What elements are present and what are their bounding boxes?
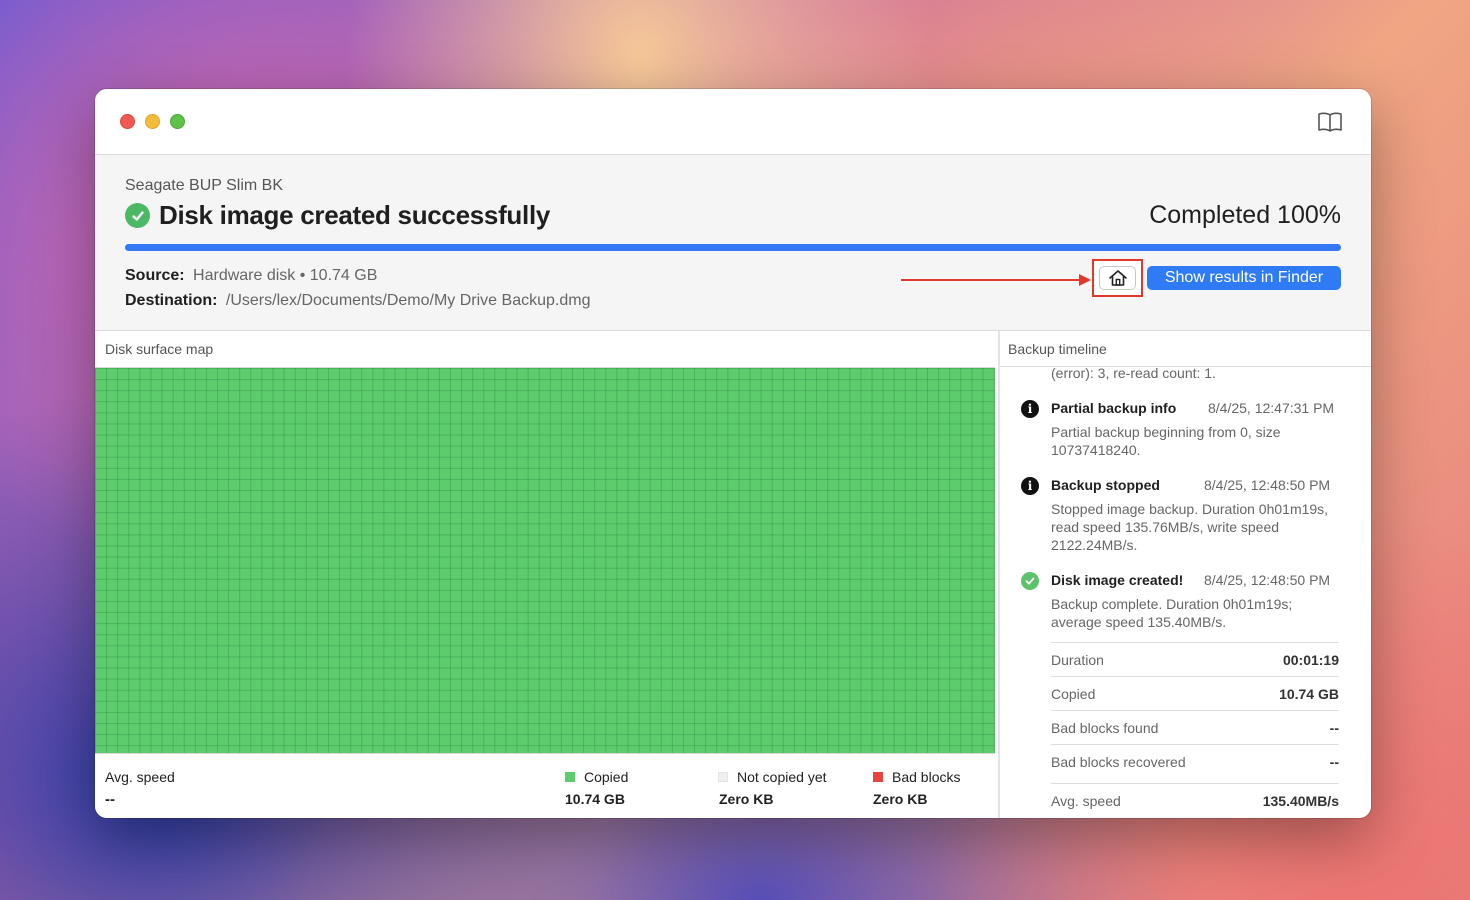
stats-value: -- xyxy=(1329,719,1339,736)
status-title-text: Disk image created successfully xyxy=(159,200,551,230)
timeline-event-text: Backup complete. Duration 0h01m19s; aver… xyxy=(1051,596,1293,630)
backup-timeline-panel[interactable]: Backup timeline (error): 3, re-read coun… xyxy=(1000,331,1371,818)
stats-row-bad-blocks-found: Bad blocks found -- xyxy=(1051,710,1339,744)
timeline-event-text: Partial backup beginning from 0, size 10… xyxy=(1051,424,1281,458)
timeline-event-title: Disk image created! xyxy=(1051,572,1184,588)
status-header: Seagate BUP Slim BK Disk image created s… xyxy=(95,155,1371,331)
legend-bad-blocks-label: Bad blocks xyxy=(892,769,961,785)
annotation-highlight-box xyxy=(1092,259,1143,297)
home-icon xyxy=(1108,270,1127,286)
zoom-window-button[interactable] xyxy=(170,114,185,129)
timeline-scroll[interactable]: (error): 3, re-read count: 1. i Partial … xyxy=(1000,367,1371,818)
stats-key: Bad blocks recovered xyxy=(1051,753,1186,770)
home-button[interactable] xyxy=(1099,266,1136,290)
minimize-window-button[interactable] xyxy=(145,114,160,129)
source-line: Source: Hardware disk • 10.74 GB xyxy=(125,267,377,285)
timeline-event-time: 8/4/25, 12:48:50 PM xyxy=(1204,477,1331,493)
source-value: Hardware disk • 10.74 GB xyxy=(193,267,378,284)
legend-bad-blocks-value: Zero KB xyxy=(873,791,928,807)
destination-value: /Users/lex/Documents/Demo/My Drive Backu… xyxy=(225,292,591,309)
timeline-event-time: 8/4/25, 12:48:50 PM xyxy=(1204,572,1331,588)
legend-copied-value: 10.74 GB xyxy=(565,791,625,807)
timeline-event-time: 8/4/25, 12:47:31 PM xyxy=(1208,400,1335,416)
avg-speed-value: -- xyxy=(105,791,115,808)
stats-value: 10.74 GB xyxy=(1279,685,1339,702)
info-icon: i xyxy=(1021,477,1039,495)
stats-key: Duration xyxy=(1051,651,1104,668)
destination-line: Destination: /Users/lex/Documents/Demo/M… xyxy=(125,292,590,310)
device-name: Seagate BUP Slim BK xyxy=(125,177,284,194)
stats-value: 135.40MB/s xyxy=(1262,792,1339,809)
legend-bad-blocks: Bad blocks xyxy=(873,769,960,785)
legend-not-copied: Not copied yet xyxy=(718,769,827,785)
legend-not-copied-value: Zero KB xyxy=(719,791,774,807)
disk-surface-panel: Disk surface map Avg. speed -- Copied 10… xyxy=(95,331,998,818)
destination-label: Destination: xyxy=(125,292,218,309)
progress-bar xyxy=(125,244,1341,251)
stats-key: Bad blocks found xyxy=(1051,719,1159,736)
timeline-event-text: Stopped image backup. Duration 0h01m19s,… xyxy=(1051,501,1329,553)
stats-key: Copied xyxy=(1051,685,1096,702)
title-bar xyxy=(95,89,1371,155)
check-circle-icon xyxy=(125,203,150,228)
stats-row-bad-blocks-recovered: Bad blocks recovered -- xyxy=(1051,744,1339,778)
legend-not-copied-label: Not copied yet xyxy=(737,769,827,785)
stats-value: -- xyxy=(1329,753,1339,770)
timeline-label: Backup timeline xyxy=(1008,341,1107,357)
stats-value: 00:01:19 xyxy=(1282,651,1339,668)
legend-copied: Copied xyxy=(565,769,628,785)
progress-fill xyxy=(125,244,1341,251)
source-label: Source: xyxy=(125,267,185,284)
stats-key: Avg. speed xyxy=(1051,792,1121,809)
disk-surface-map xyxy=(95,367,995,754)
stats-row-avg-speed: Avg. speed 135.40MB/s xyxy=(1051,783,1339,817)
avg-speed-label: Avg. speed xyxy=(105,769,175,785)
app-window: Seagate BUP Slim BK Disk image created s… xyxy=(95,89,1371,818)
info-icon: i xyxy=(1021,400,1039,418)
status-title: Disk image created successfully xyxy=(125,200,550,231)
timeline-clipped-text: (error): 3, re-read count: 1. xyxy=(1051,367,1216,381)
book-icon[interactable] xyxy=(1317,111,1343,133)
completed-percent: Completed 100% xyxy=(1149,201,1341,229)
annotation-arrow xyxy=(901,274,1091,286)
bad-blocks-swatch xyxy=(873,772,883,782)
show-results-in-finder-button[interactable]: Show results in Finder xyxy=(1147,266,1341,290)
close-window-button[interactable] xyxy=(120,114,135,129)
stats-row-duration: Duration 00:01:19 xyxy=(1051,642,1339,676)
legend-copied-label: Copied xyxy=(584,769,629,785)
stats-row-copied: Copied 10.74 GB xyxy=(1051,676,1339,710)
surface-map-label: Disk surface map xyxy=(105,341,214,357)
success-check-icon xyxy=(1021,572,1039,590)
copied-swatch xyxy=(565,772,575,782)
timeline-event-title: Backup stopped xyxy=(1051,477,1160,493)
timeline-event-title: Partial backup info xyxy=(1051,400,1177,416)
not-copied-swatch xyxy=(718,772,728,782)
